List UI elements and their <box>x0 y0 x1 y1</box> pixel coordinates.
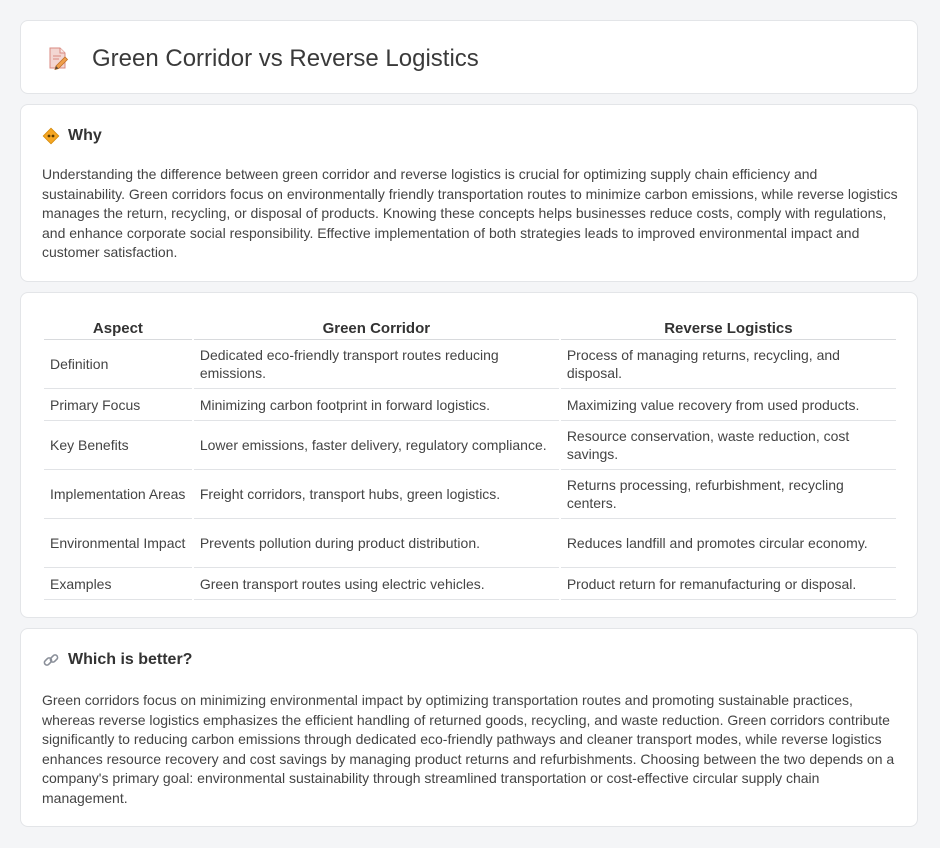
green-corridor-cell: Green transport routes using electric ve… <box>193 568 559 600</box>
document-pencil-icon <box>49 47 69 70</box>
table-row: Environmental Impact Prevents pollution … <box>44 519 896 568</box>
why-text: Understanding the difference between gre… <box>42 166 898 260</box>
table-row: Definition Dedicated eco-friendly transp… <box>44 340 896 389</box>
reverse-logistics-cell: Resource conservation, waste reduction, … <box>560 421 896 470</box>
reverse-logistics-cell: Reduces landfill and promotes circular e… <box>560 519 896 568</box>
reverse-logistics-cell: Maximizing value recovery from used prod… <box>560 389 896 421</box>
page-title: Green Corridor vs Reverse Logistics <box>92 45 479 72</box>
green-corridor-cell: Dedicated eco-friendly transport routes … <box>193 340 559 389</box>
better-text: Green corridors focus on minimizing envi… <box>42 692 895 806</box>
link-icon <box>43 654 59 666</box>
reverse-logistics-cell: Process of managing returns, recycling, … <box>560 340 896 389</box>
column-header: Green Corridor <box>193 315 559 340</box>
header-card: Green Corridor vs Reverse Logistics <box>20 20 918 94</box>
reverse-logistics-cell: Product return for remanufacturing or di… <box>560 568 896 600</box>
table-row: Primary Focus Minimizing carbon footprin… <box>44 389 896 421</box>
comparison-section: Aspect Green Corridor Reverse Logistics … <box>20 292 918 618</box>
green-corridor-cell: Minimizing carbon footprint in forward l… <box>193 389 559 421</box>
aspect-cell: Implementation Areas <box>44 470 192 519</box>
why-heading: Why <box>42 127 102 145</box>
green-corridor-cell: Freight corridors, transport hubs, green… <box>193 470 559 519</box>
diamond-sign-icon <box>42 127 60 145</box>
aspect-cell: Definition <box>44 340 192 389</box>
aspect-cell: Primary Focus <box>44 389 192 421</box>
why-section: Why Understanding the difference between… <box>20 104 918 282</box>
table-row: Examples Green transport routes using el… <box>44 568 896 600</box>
better-heading-label: Which is better? <box>68 651 193 668</box>
comparison-table: Aspect Green Corridor Reverse Logistics … <box>42 315 898 600</box>
which-is-better-section: Which is better? Green corridors focus o… <box>20 628 918 827</box>
green-corridor-cell: Prevents pollution during product distri… <box>193 519 559 568</box>
aspect-cell: Key Benefits <box>44 421 192 470</box>
table-header-row: Aspect Green Corridor Reverse Logistics <box>44 315 896 340</box>
column-header: Aspect <box>44 315 192 340</box>
table-row: Implementation Areas Freight corridors, … <box>44 470 896 519</box>
green-corridor-cell: Lower emissions, faster delivery, regula… <box>193 421 559 470</box>
why-heading-label: Why <box>68 127 102 144</box>
column-header: Reverse Logistics <box>560 315 896 340</box>
aspect-cell: Examples <box>44 568 192 600</box>
table-row: Key Benefits Lower emissions, faster del… <box>44 421 896 470</box>
better-heading: Which is better? <box>42 651 192 669</box>
reverse-logistics-cell: Returns processing, refurbishment, recyc… <box>560 470 896 519</box>
aspect-cell: Environmental Impact <box>44 519 192 568</box>
